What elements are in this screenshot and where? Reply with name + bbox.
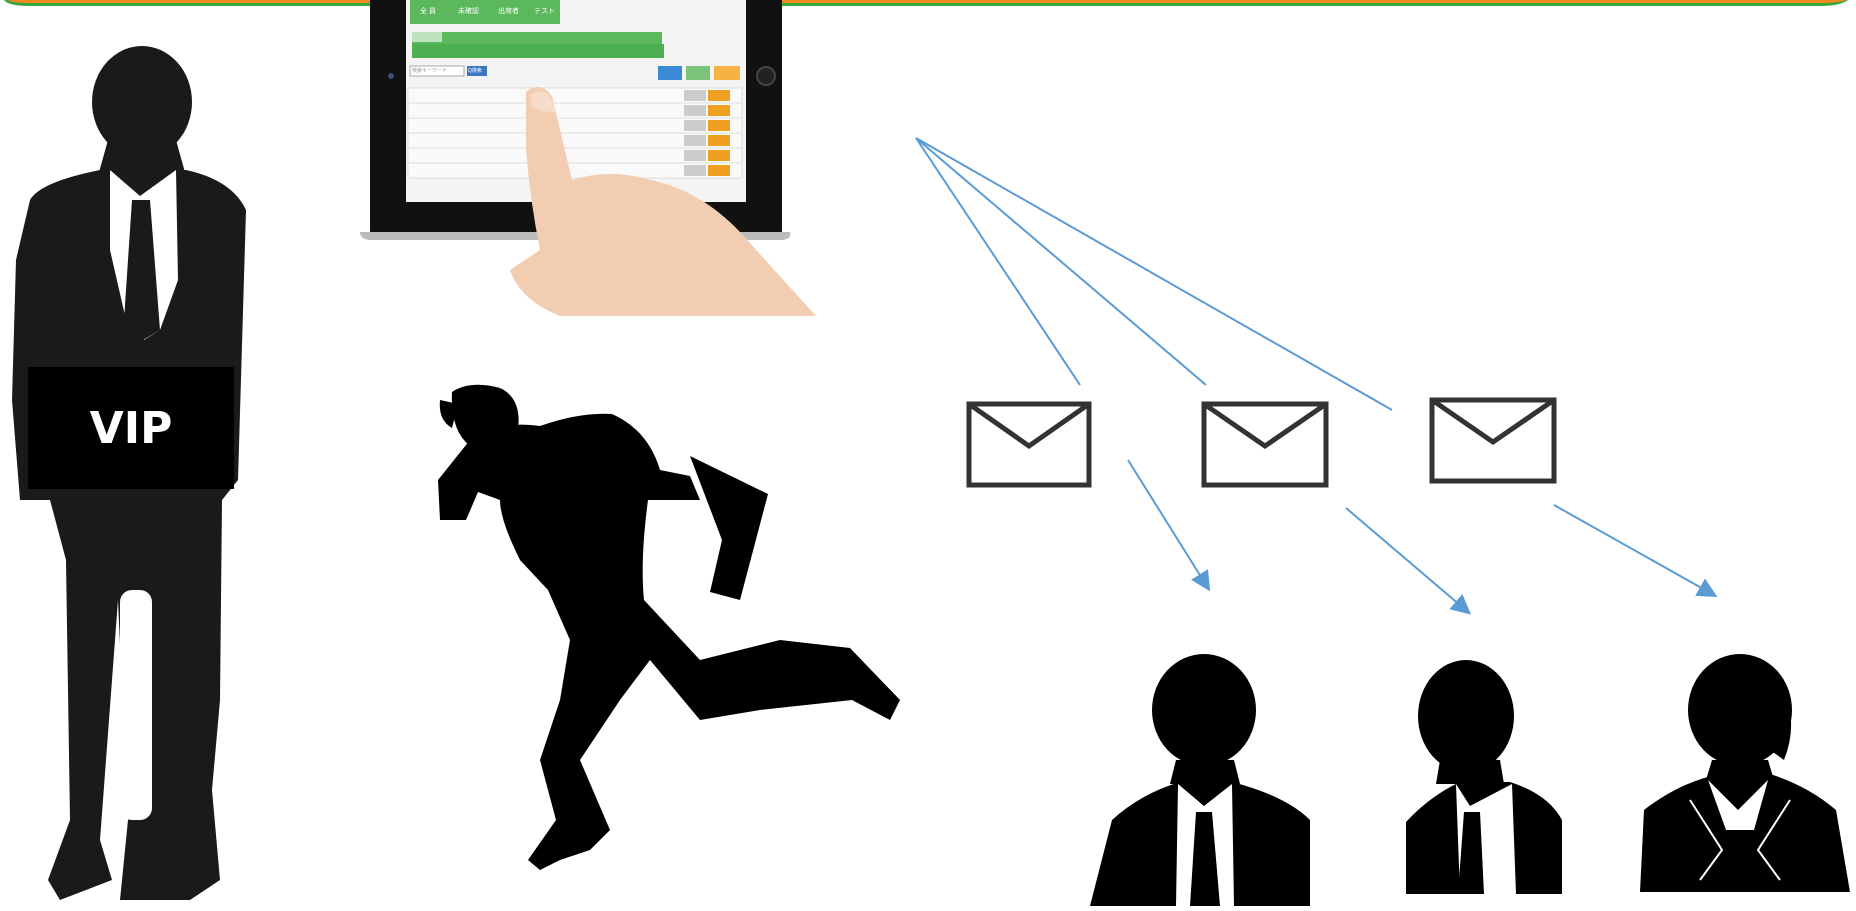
recipient-woman <box>1640 654 1850 892</box>
recipient-silhouettes <box>0 0 1856 906</box>
